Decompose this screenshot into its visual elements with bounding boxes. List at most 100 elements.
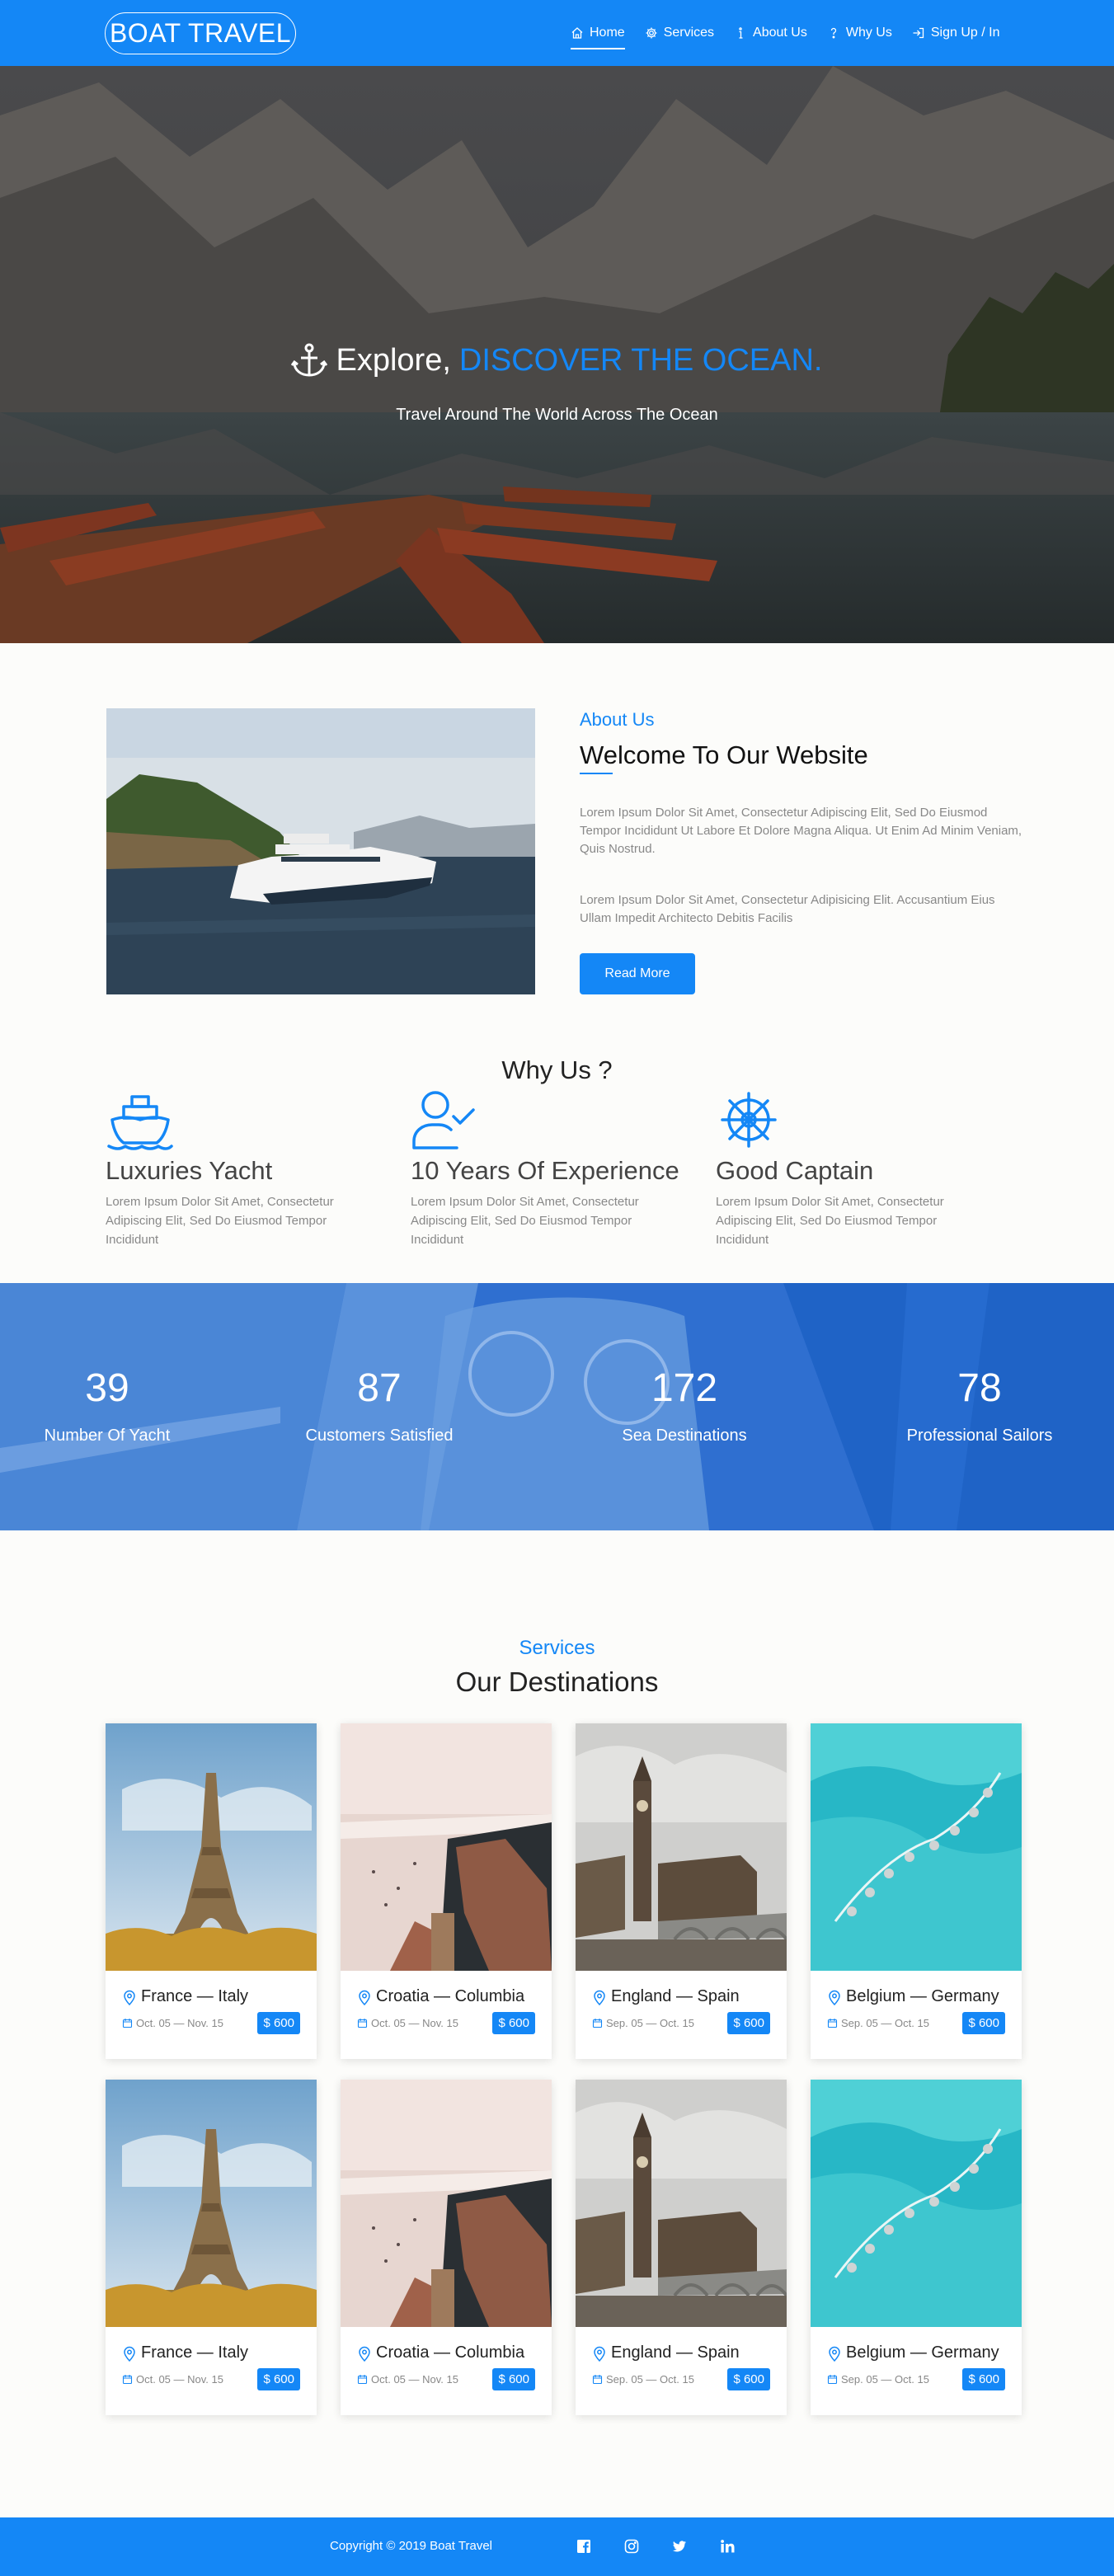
destination-card[interactable]: France — Italy Oct. 05 — Nov. 15 $ 600 bbox=[106, 1723, 317, 2059]
nav-why-label: Why Us bbox=[845, 26, 892, 40]
stat-sailors: 78 Professional Sailors bbox=[872, 1366, 1087, 1445]
destination-name[interactable]: France — Italy bbox=[122, 2343, 248, 2362]
brand-logo[interactable]: BOAT TRAVEL bbox=[105, 12, 296, 54]
calendar-icon bbox=[827, 2375, 838, 2385]
nav-signup[interactable]: Sign Up / In bbox=[912, 21, 1000, 45]
destination-name-text: Belgium — Germany bbox=[846, 1987, 999, 2005]
copyright-text: Copyright © 2019 Boat Travel bbox=[330, 2539, 492, 2553]
stat-destinations: 172 Sea Destinations bbox=[577, 1366, 792, 1445]
price-badge[interactable]: $ 600 bbox=[727, 2368, 770, 2390]
price-badge[interactable]: $ 600 bbox=[492, 2012, 535, 2034]
stat-number: 78 bbox=[957, 1366, 1002, 1410]
instagram-icon[interactable] bbox=[623, 2538, 640, 2555]
destination-dates-text: Sep. 05 — Oct. 15 bbox=[606, 2373, 694, 2386]
destination-name-text: Croatia — Columbia bbox=[376, 1987, 525, 2005]
stat-label: Professional Sailors bbox=[906, 1427, 1053, 1445]
map-pin-icon bbox=[829, 2346, 840, 2362]
social-links bbox=[576, 2538, 736, 2555]
destination-name[interactable]: Belgium — Germany bbox=[827, 2343, 999, 2362]
map-pin-icon bbox=[359, 1990, 370, 2005]
nav-home-label: Home bbox=[590, 26, 625, 40]
destination-dates-text: Sep. 05 — Oct. 15 bbox=[841, 2373, 929, 2386]
nav-services[interactable]: Services bbox=[645, 21, 714, 45]
stat-yachts: 39 Number Of Yacht bbox=[0, 1366, 214, 1445]
destination-card[interactable]: Belgium — Germany Sep. 05 — Oct. 15 $ 600 bbox=[811, 1723, 1022, 2059]
linkedin-icon[interactable] bbox=[719, 2538, 736, 2555]
price-badge[interactable]: $ 600 bbox=[257, 2012, 300, 2034]
nav-about[interactable]: About Us bbox=[734, 21, 807, 45]
stat-number: 39 bbox=[85, 1366, 129, 1410]
price-badge[interactable]: $ 600 bbox=[962, 2368, 1005, 2390]
destination-image[interactable] bbox=[341, 2080, 552, 2327]
destinations-title: Our Destinations bbox=[455, 1666, 659, 1697]
anchor-icon bbox=[291, 343, 328, 377]
destination-dates: Oct. 05 — Nov. 15 bbox=[357, 2017, 458, 2029]
destination-dates: Oct. 05 — Nov. 15 bbox=[357, 2373, 458, 2386]
destination-image[interactable] bbox=[811, 2080, 1022, 2327]
why-item-text: Lorem Ipsum Dolor Sit Amet, Consectetur … bbox=[411, 1195, 639, 1247]
destination-dates-text: Oct. 05 — Nov. 15 bbox=[136, 2017, 223, 2029]
destination-name-text: England — Spain bbox=[611, 1987, 740, 2005]
nav-home[interactable]: Home bbox=[571, 21, 625, 49]
destination-dates-text: Oct. 05 — Nov. 15 bbox=[371, 2373, 458, 2386]
calendar-icon bbox=[357, 2019, 368, 2028]
destination-card[interactable]: England — Spain Sep. 05 — Oct. 15 $ 600 bbox=[576, 1723, 787, 2059]
about-yacht-image bbox=[106, 708, 535, 994]
destination-name[interactable]: Belgium — Germany bbox=[827, 1987, 999, 2006]
twitter-icon[interactable] bbox=[671, 2538, 688, 2555]
destination-image[interactable] bbox=[341, 1723, 552, 1971]
destination-image[interactable] bbox=[811, 1723, 1022, 1971]
destination-name[interactable]: England — Spain bbox=[592, 1987, 740, 2006]
destination-image[interactable] bbox=[576, 1723, 787, 1971]
stat-customers: 87 Customers Satisfied bbox=[272, 1366, 486, 1445]
destination-name-text: France — Italy bbox=[141, 2343, 249, 2362]
nav-services-label: Services bbox=[663, 26, 715, 40]
destination-name[interactable]: England — Spain bbox=[592, 2343, 740, 2362]
why-item-text: Lorem Ipsum Dolor Sit Amet, Consectetur … bbox=[106, 1195, 334, 1247]
destination-card[interactable]: France — Italy Oct. 05 — Nov. 15 $ 600 bbox=[106, 2080, 317, 2415]
destination-image[interactable] bbox=[576, 2080, 787, 2327]
hero-title-accent: DISCOVER THE OCEAN. bbox=[458, 342, 823, 378]
destination-dates-text: Oct. 05 — Nov. 15 bbox=[371, 2017, 458, 2029]
nav-about-label: About Us bbox=[753, 26, 807, 40]
price-badge[interactable]: $ 600 bbox=[492, 2368, 535, 2390]
destination-image[interactable] bbox=[106, 2080, 317, 2327]
destination-dates-text: Sep. 05 — Oct. 15 bbox=[606, 2017, 694, 2029]
destinations-kicker: Services bbox=[519, 1637, 595, 1659]
price-badge[interactable]: $ 600 bbox=[257, 2368, 300, 2390]
destination-name-text: Croatia — Columbia bbox=[376, 2343, 525, 2362]
read-more-button[interactable]: Read More bbox=[580, 953, 695, 994]
why-item-title: Good Captain bbox=[716, 1156, 874, 1185]
destination-dates: Sep. 05 — Oct. 15 bbox=[827, 2017, 929, 2029]
stat-label: Sea Destinations bbox=[622, 1427, 747, 1445]
price-badge[interactable]: $ 600 bbox=[962, 2012, 1005, 2034]
destination-name[interactable]: Croatia — Columbia bbox=[357, 1987, 524, 2006]
home-icon bbox=[571, 27, 583, 39]
nav-signup-label: Sign Up / In bbox=[930, 26, 1000, 40]
destination-name[interactable]: France — Italy bbox=[122, 1987, 248, 2006]
why-item-title: 10 Years Of Experience bbox=[411, 1156, 679, 1185]
facebook-icon[interactable] bbox=[576, 2538, 592, 2555]
calendar-icon bbox=[122, 2019, 133, 2028]
destination-card[interactable]: Croatia — Columbia Oct. 05 — Nov. 15 $ 600 bbox=[341, 2080, 552, 2415]
destination-image[interactable] bbox=[106, 1723, 317, 1971]
destination-name-text: England — Spain bbox=[611, 2343, 740, 2362]
about-title: Welcome To Our Website bbox=[580, 740, 868, 769]
destination-name[interactable]: Croatia — Columbia bbox=[357, 2343, 524, 2362]
navbar: BOAT TRAVEL Home Services About Us Why U… bbox=[0, 0, 1114, 66]
main-nav: Home Services About Us Why Us Sign Up / … bbox=[571, 21, 1000, 49]
hero-title: Explore, DISCOVER THE OCEAN. bbox=[0, 342, 1114, 378]
destination-card[interactable]: England — Spain Sep. 05 — Oct. 15 $ 600 bbox=[576, 2080, 787, 2415]
nav-why[interactable]: Why Us bbox=[827, 21, 892, 45]
why-item-experience: 10 Years Of Experience Lorem Ipsum Dolor… bbox=[411, 1088, 707, 1247]
price-badge[interactable]: $ 600 bbox=[727, 2012, 770, 2034]
why-us-title: Why Us ? bbox=[501, 1055, 613, 1084]
about-kicker: About Us bbox=[580, 709, 655, 730]
about-title-underline bbox=[580, 773, 613, 774]
destination-card[interactable]: Belgium — Germany Sep. 05 — Oct. 15 $ 600 bbox=[811, 2080, 1022, 2415]
hero-subtitle: Travel Around The World Across The Ocean bbox=[396, 406, 718, 424]
gear-icon bbox=[646, 27, 657, 39]
about-paragraph-2: Lorem Ipsum Dolor Sit Amet, Consectetur … bbox=[580, 893, 995, 925]
destination-card[interactable]: Croatia — Columbia Oct. 05 — Nov. 15 $ 600 bbox=[341, 1723, 552, 2059]
stat-label: Number Of Yacht bbox=[44, 1427, 171, 1445]
